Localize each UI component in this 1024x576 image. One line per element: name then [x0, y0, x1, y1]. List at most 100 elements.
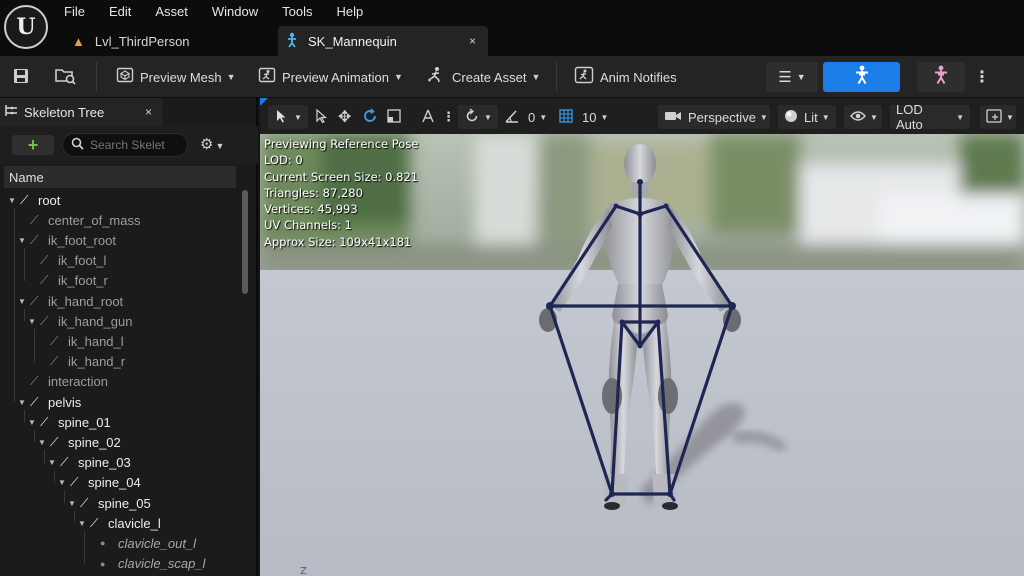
bone-row-ik-hand-r[interactable]: ⟋ ik_hand_r: [38, 352, 125, 372]
translate-tool-button[interactable]: ✥: [338, 105, 351, 129]
bone-icon: ⟋: [40, 253, 49, 268]
rotate-snap-dropdown[interactable]: 0 ▼: [504, 105, 547, 129]
expand-arrow-icon[interactable]: ▼: [28, 317, 40, 326]
expand-arrow-icon[interactable]: ▼: [28, 418, 40, 427]
mesh-mode-button[interactable]: [917, 62, 965, 92]
gear-icon: ⚙: [200, 136, 214, 153]
bone-row-ik-foot-r[interactable]: ⟋ ik_foot_r: [28, 271, 108, 291]
menu-window[interactable]: Window: [212, 4, 258, 19]
skeletal-mesh-icon: [286, 32, 298, 51]
bone-name: ik_hand_root: [48, 293, 124, 309]
grid-snap-value: 10: [582, 109, 597, 125]
viewport-layout-dropdown[interactable]: ▼: [980, 105, 1016, 129]
expand-arrow-icon[interactable]: ▼: [68, 499, 80, 508]
preview-animation-button[interactable]: Preview Animation ▼: [258, 56, 403, 98]
bone-name: ik_foot_r: [58, 273, 108, 289]
bone-row-spine-02[interactable]: ▼ ⟋ spine_02: [38, 432, 121, 452]
anim-notifies-button[interactable]: Anim Notifies: [574, 56, 677, 98]
column-header-name[interactable]: Name: [4, 166, 236, 188]
bone-row-spine-01[interactable]: ▼ ⟋ spine_01: [28, 412, 111, 432]
save-button[interactable]: [12, 56, 30, 98]
show-flags-dropdown[interactable]: ▼: [844, 105, 882, 129]
bone-name: root: [38, 192, 61, 208]
expand-arrow-icon[interactable]: ▼: [38, 438, 50, 447]
bone-row-pelvis[interactable]: ▼ ⟋ pelvis: [18, 392, 81, 412]
bone-row-spine-03[interactable]: ▼ ⟋ spine_03: [48, 453, 131, 473]
menu-help[interactable]: Help: [336, 4, 363, 19]
lod-dropdown[interactable]: LOD Auto ▼: [890, 102, 970, 132]
scale-tool-button[interactable]: [386, 105, 402, 129]
bone-row-ik-hand-gun[interactable]: ▼ ⟋ ik_hand_gun: [28, 311, 132, 331]
create-asset-button[interactable]: Create Asset ▼: [426, 56, 540, 98]
bone-row-spine-04[interactable]: ▼ ⟋ spine_04: [58, 473, 141, 493]
viewport-toolbar: ▼ ✥ ⋮ ▼ 0 ▼ 10 ▼ Perspective ▼ Lit ▼ ▼ L…: [260, 98, 1024, 134]
expand-arrow-icon[interactable]: ▼: [18, 236, 30, 245]
coordinate-space-button[interactable]: [420, 105, 436, 129]
browse-button[interactable]: [54, 56, 78, 98]
bone-row-interaction[interactable]: ⟋ interaction: [18, 372, 108, 392]
preview-mesh-button[interactable]: Preview Mesh ▼: [116, 56, 236, 98]
search-input[interactable]: [90, 138, 180, 152]
expand-arrow-icon[interactable]: ▼: [78, 519, 90, 528]
skeleton-mode-button[interactable]: [823, 62, 900, 92]
expand-arrow-icon[interactable]: ▼: [8, 196, 20, 205]
expand-arrow-icon[interactable]: ▼: [48, 458, 60, 467]
bone-row-ik-hand-l[interactable]: ⟋ ik_hand_l: [38, 331, 124, 351]
close-icon[interactable]: ×: [469, 34, 476, 48]
more-tools-button[interactable]: ⋮: [442, 105, 455, 129]
chevron-down-icon: ▼: [600, 112, 609, 122]
tree-scrollbar[interactable]: [242, 190, 248, 294]
lit-sphere-icon: [784, 109, 798, 126]
grid-snap-dropdown[interactable]: 10 ▼: [558, 105, 608, 129]
expand-arrow-icon[interactable]: ▼: [58, 478, 70, 487]
tree-guide-line: [14, 208, 15, 402]
unreal-logo[interactable]: U: [4, 5, 48, 49]
animation-icon: [258, 67, 276, 87]
bone-name: clavicle_out_l: [118, 535, 197, 551]
select-arrow-icon: [314, 108, 328, 127]
bone-row-clavicle-out-l[interactable]: ● clavicle_out_l: [88, 533, 196, 553]
bone-row-root[interactable]: ▼ ⟋ root: [8, 190, 60, 210]
skeleton-tree-panel: Skeleton Tree × + ⚙▼ Name ▼⟋root⟋center_…: [0, 98, 258, 576]
bone-row-ik-foot-l[interactable]: ⟋ ik_foot_l: [28, 251, 106, 271]
expand-arrow-icon[interactable]: ▼: [18, 297, 30, 306]
preview-viewport[interactable]: ▼ ✥ ⋮ ▼ 0 ▼ 10 ▼ Perspective ▼ Lit ▼ ▼ L…: [260, 98, 1024, 576]
skeleton-tree-tab[interactable]: Skeleton Tree ×: [0, 98, 162, 126]
menu-tools[interactable]: Tools: [282, 4, 312, 19]
view-mode-dropdown[interactable]: Perspective ▼: [658, 105, 770, 129]
settings-button[interactable]: ⚙ ▼: [200, 135, 224, 153]
socket-icon: ●: [100, 558, 106, 569]
toolbar-separator: [556, 62, 557, 92]
tree-guide-line: [84, 531, 85, 564]
tab-sk-mannequin[interactable]: SK_Mannequin ×: [278, 26, 488, 56]
bone-row-ik-foot-root[interactable]: ▼ ⟋ ik_foot_root: [18, 230, 116, 250]
more-options-button[interactable]: ⋮: [968, 62, 996, 92]
socket-icon: ●: [100, 538, 106, 549]
layout-menu-button[interactable]: ☰ ▼: [766, 62, 818, 92]
expand-arrow-icon[interactable]: ▼: [18, 398, 30, 407]
tab-lvl-thirdperson[interactable]: ▲ Lvl_ThirdPerson: [64, 26, 274, 56]
menu-file[interactable]: File: [64, 4, 85, 19]
rotate-icon: [362, 107, 378, 127]
add-button[interactable]: +: [12, 135, 54, 155]
menu-asset[interactable]: Asset: [155, 4, 188, 19]
create-asset-icon: [426, 66, 446, 88]
bone-name: ik_hand_l: [68, 333, 124, 349]
bone-row-center-of-mass[interactable]: ⟋ center_of_mass: [18, 210, 141, 230]
select-mode-dropdown[interactable]: ▼: [268, 105, 308, 129]
bone-row-spine-05[interactable]: ▼ ⟋ spine_05: [68, 493, 151, 513]
select-tool-button[interactable]: [314, 105, 328, 129]
mesh-stats-overlay: Previewing Reference Pose LOD: 0 Current…: [264, 136, 418, 250]
menu-edit[interactable]: Edit: [109, 4, 131, 19]
close-icon[interactable]: ×: [145, 105, 152, 119]
surface-snap-dropdown[interactable]: ▼: [458, 105, 498, 129]
bone-row-clavicle-scap-l[interactable]: ● clavicle_scap_l: [88, 554, 205, 574]
preview-mesh-label: Preview Mesh: [140, 69, 222, 85]
bone-row-ik-hand-root[interactable]: ▼ ⟋ ik_hand_root: [18, 291, 123, 311]
rotate-tool-button[interactable]: [362, 105, 378, 129]
chevron-down-icon: ▼: [956, 112, 964, 122]
bone-row-clavicle-l[interactable]: ▼ ⟋ clavicle_l: [78, 513, 161, 533]
browse-folder-icon: [54, 66, 78, 89]
lighting-mode-dropdown[interactable]: Lit ▼: [778, 105, 836, 129]
move-icon: ✥: [338, 109, 352, 126]
